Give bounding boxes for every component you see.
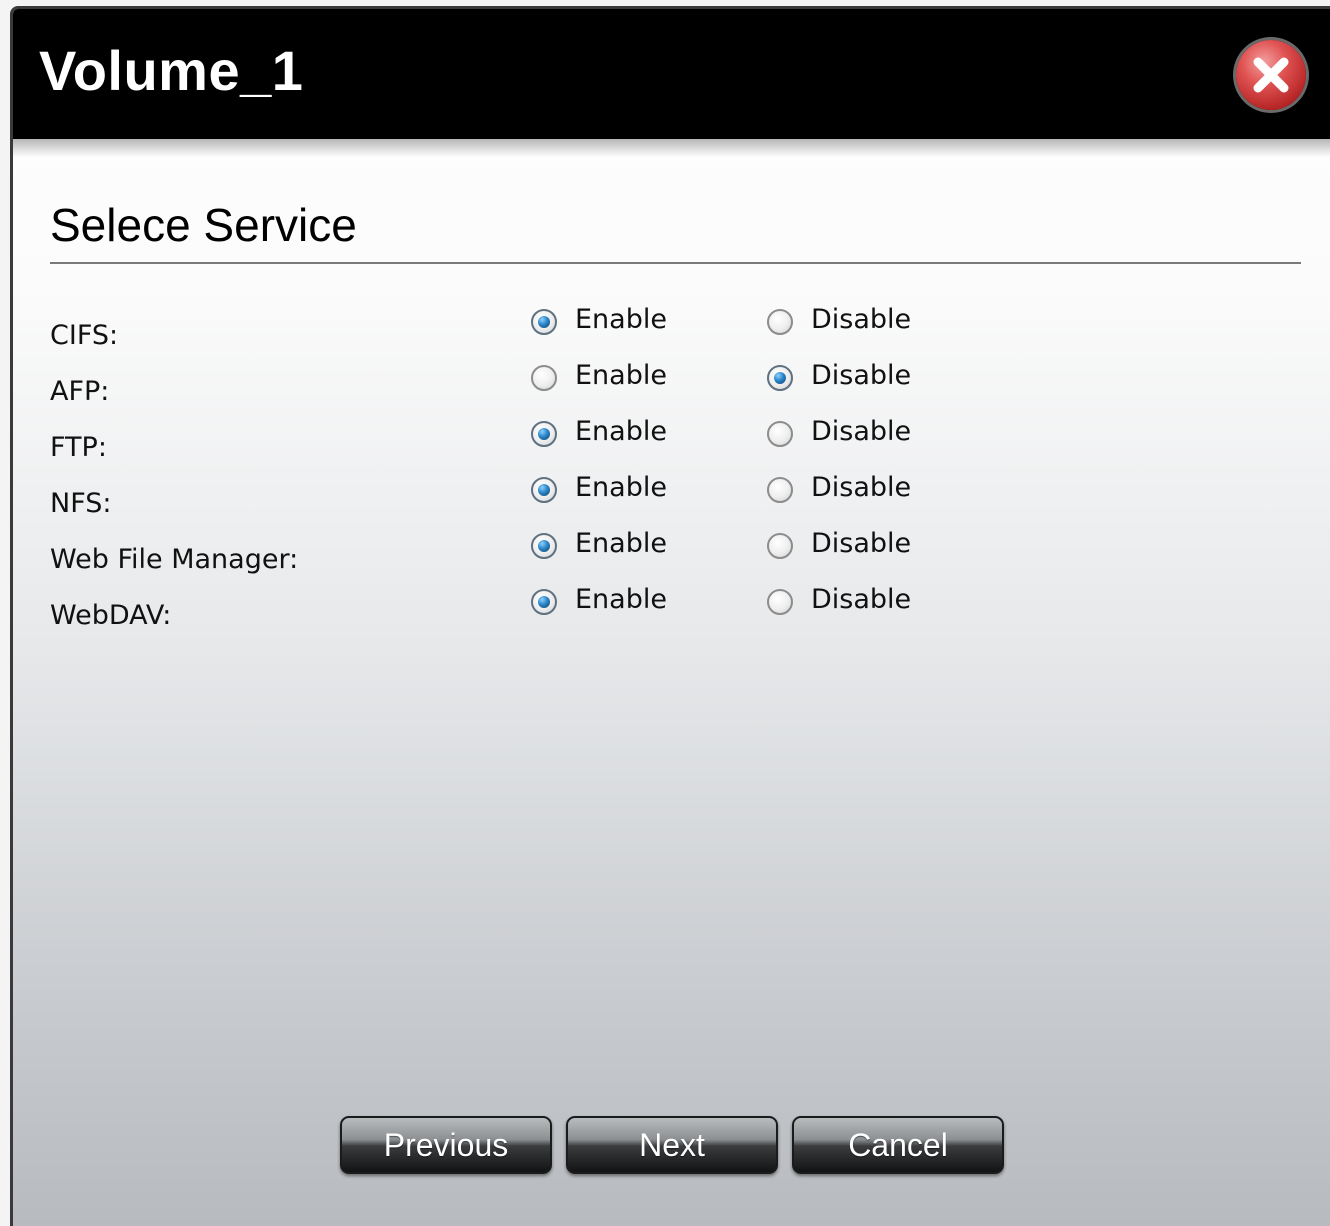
service-label: FTP: (50, 432, 107, 463)
afp-disable-radio[interactable] (767, 365, 793, 391)
service-row-web-file-manager: Web File Manager: Enable Disable (13, 523, 1330, 579)
enable-label: Enable (575, 584, 667, 615)
next-button[interactable]: Next (566, 1116, 778, 1174)
service-row-ftp: FTP: Enable Disable (13, 411, 1330, 467)
disable-label: Disable (811, 528, 912, 559)
service-label: AFP: (50, 376, 110, 407)
service-row-afp: AFP: Enable Disable (13, 355, 1330, 411)
volume-dialog: Volume_1 Selece Service CIFS: Enable Dis… (10, 6, 1330, 1226)
nfs-enable-radio[interactable] (531, 477, 557, 503)
close-x-icon (1253, 57, 1289, 93)
previous-button[interactable]: Previous (340, 1116, 552, 1174)
enable-label: Enable (575, 304, 667, 335)
service-label: NFS: (50, 488, 112, 519)
webdav-disable-radio[interactable] (767, 589, 793, 615)
close-button[interactable] (1236, 40, 1306, 110)
title-bar: Volume_1 (13, 9, 1330, 139)
cifs-disable-radio[interactable] (767, 309, 793, 335)
nfs-disable-radio[interactable] (767, 477, 793, 503)
webdav-enable-radio[interactable] (531, 589, 557, 615)
service-label: Web File Manager: (50, 544, 299, 575)
afp-enable-radio[interactable] (531, 365, 557, 391)
cifs-enable-radio[interactable] (531, 309, 557, 335)
disable-label: Disable (811, 584, 912, 615)
enable-label: Enable (575, 528, 667, 559)
ftp-enable-radio[interactable] (531, 421, 557, 447)
service-label: CIFS: (50, 320, 119, 351)
service-row-nfs: NFS: Enable Disable (13, 467, 1330, 523)
title-bar-shadow (13, 139, 1330, 157)
disable-label: Disable (811, 304, 912, 335)
dialog-title: Volume_1 (39, 39, 304, 102)
disable-label: Disable (811, 416, 912, 447)
enable-label: Enable (575, 416, 667, 447)
ftp-disable-radio[interactable] (767, 421, 793, 447)
section-title: Selece Service (50, 199, 357, 251)
section-divider (50, 262, 1301, 264)
enable-label: Enable (575, 360, 667, 391)
service-label: WebDAV: (50, 600, 172, 631)
disable-label: Disable (811, 472, 912, 503)
cancel-button[interactable]: Cancel (792, 1116, 1004, 1174)
service-row-webdav: WebDAV: Enable Disable (13, 579, 1330, 635)
enable-label: Enable (575, 472, 667, 503)
web-file-manager-enable-radio[interactable] (531, 533, 557, 559)
disable-label: Disable (811, 360, 912, 391)
service-row-cifs: CIFS: Enable Disable (13, 299, 1330, 355)
web-file-manager-disable-radio[interactable] (767, 533, 793, 559)
